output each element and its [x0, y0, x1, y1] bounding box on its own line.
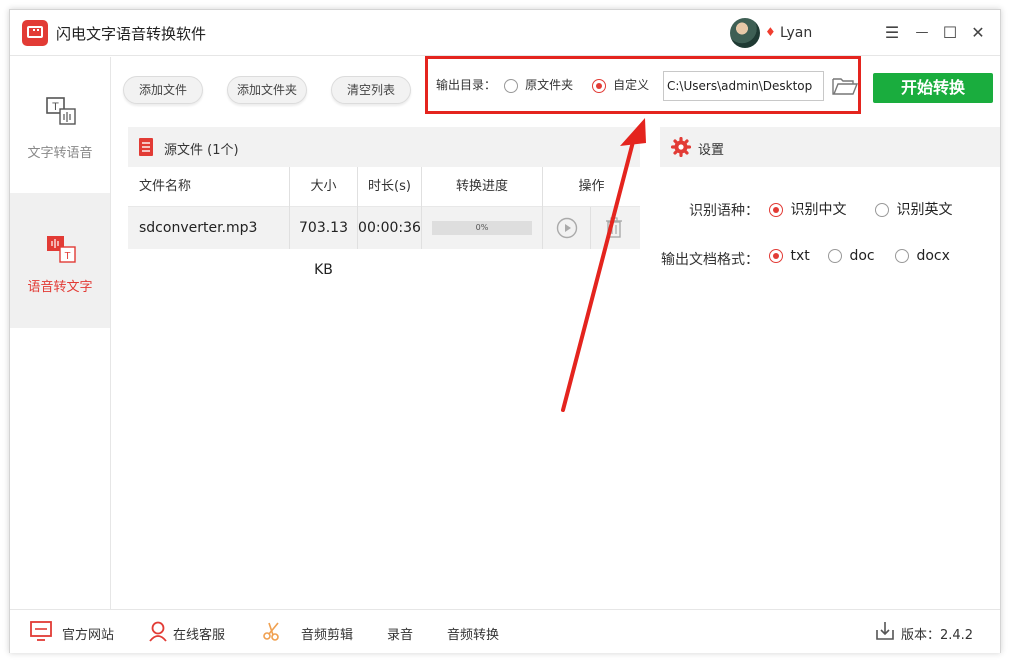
- original-folder-option[interactable]: 原文件夹: [504, 76, 573, 93]
- sidebar-item-text-to-speech[interactable]: T 文字转语音: [10, 57, 110, 192]
- file-duration: 00:00:36: [358, 207, 422, 249]
- progress-cell: 0%: [422, 207, 543, 249]
- format-docx-radio[interactable]: [895, 249, 909, 263]
- original-folder-radio[interactable]: [504, 78, 518, 93]
- record-link[interactable]: 录音: [387, 624, 413, 643]
- speech-to-text-icon: T: [47, 236, 76, 263]
- scissors-icon: [263, 622, 279, 641]
- title-bar: 闪电文字语音转换软件 ♦ Lyan ☰ — ☐ ✕: [10, 10, 1000, 56]
- format-option-txt[interactable]: txt: [769, 248, 810, 264]
- lang-option-english[interactable]: 识别英文: [875, 199, 952, 219]
- user-avatar[interactable]: [730, 18, 760, 48]
- format-txt-radio[interactable]: [769, 249, 783, 263]
- sidebar-item-speech-to-text[interactable]: T 语音转文字: [10, 193, 110, 328]
- play-icon[interactable]: [556, 217, 578, 239]
- settings-header: 设置: [660, 127, 1000, 167]
- download-icon: [876, 622, 894, 640]
- start-convert-button[interactable]: 开始转换: [873, 73, 993, 103]
- lang-option-chinese[interactable]: 识别中文: [769, 199, 846, 219]
- source-files-header: 源文件 (1个): [128, 127, 640, 167]
- file-table-header: 文件名称 大小 时长(s) 转换进度 操作: [128, 167, 640, 207]
- format-doc-radio[interactable]: [828, 249, 842, 263]
- output-directory-group: 输出目录： 原文件夹 自定义 C:\Users\admin\Desktop: [425, 56, 861, 114]
- sidebar-item-label: 文字转语音: [27, 146, 93, 161]
- column-header: 操作: [578, 179, 605, 194]
- custom-folder-option[interactable]: 自定义: [592, 76, 649, 93]
- vip-diamond-icon: ♦: [765, 25, 776, 39]
- format-option-docx[interactable]: docx: [895, 248, 950, 264]
- add-folder-button[interactable]: 添加文件夹: [227, 76, 307, 104]
- output-format-label: 输出文档格式：: [661, 252, 759, 268]
- online-support-link[interactable]: 在线客服: [173, 624, 225, 643]
- official-website-link[interactable]: 官方网站: [62, 624, 114, 643]
- customer-service-icon: [149, 621, 167, 642]
- audio-convert-link[interactable]: 音频转换: [447, 624, 499, 643]
- gear-icon: [671, 137, 691, 157]
- audio-edit-link[interactable]: 音频剪辑: [301, 624, 353, 643]
- format-option-doc[interactable]: doc: [828, 248, 875, 264]
- open-folder-icon[interactable]: [832, 75, 858, 97]
- file-name: sdconverter.mp3: [128, 207, 290, 249]
- monitor-icon: [30, 621, 52, 641]
- recognition-language-label: 识别语种：: [689, 203, 759, 219]
- source-files-title: 源文件 (1个): [164, 143, 239, 158]
- maximize-button[interactable]: ☐: [938, 21, 962, 45]
- svg-text:T: T: [64, 251, 70, 262]
- play-cell: [543, 207, 591, 249]
- lang-chinese-radio[interactable]: [769, 203, 783, 217]
- sidebar: T 文字转语音 T 语音转文字: [10, 57, 111, 609]
- output-dir-label: 输出目录：: [436, 78, 497, 92]
- output-path-field[interactable]: C:\Users\admin\Desktop: [663, 71, 824, 101]
- username[interactable]: Lyan: [780, 25, 812, 41]
- lang-english-radio[interactable]: [875, 203, 889, 217]
- svg-text:T: T: [52, 101, 59, 113]
- table-row[interactable]: sdconverter.mp3 703.13 KB 00:00:36 0%: [128, 207, 640, 278]
- minimize-button[interactable]: —: [910, 21, 934, 45]
- app-title: 闪电文字语音转换软件: [56, 25, 207, 43]
- text-to-speech-icon: T: [46, 97, 76, 125]
- document-icon: [139, 138, 153, 156]
- column-header: 时长(s): [358, 167, 422, 207]
- menu-button[interactable]: ☰: [880, 21, 904, 45]
- app-window: 闪电文字语音转换软件 ♦ Lyan ☰ — ☐ ✕ T 文字转语音 T 语音转文…: [9, 9, 1001, 653]
- app-logo-icon: [22, 20, 48, 46]
- column-header: 转换进度: [422, 167, 543, 207]
- column-header: 文件名称: [128, 167, 290, 207]
- trash-icon[interactable]: [604, 217, 624, 239]
- progress-bar: 0%: [432, 221, 532, 235]
- settings-title: 设置: [698, 143, 725, 158]
- delete-cell: [591, 207, 640, 249]
- footer-bar: 官方网站 在线客服 音频剪辑 录音 音频转换 版本：2.4.2: [10, 609, 1000, 653]
- column-header: 大小: [290, 167, 358, 207]
- custom-folder-radio[interactable]: [592, 78, 606, 93]
- version-label: 版本：2.4.2: [901, 628, 974, 643]
- file-size: 703.13 KB: [290, 207, 358, 278]
- sidebar-item-label: 语音转文字: [27, 280, 93, 295]
- clear-list-button[interactable]: 清空列表: [331, 76, 411, 104]
- close-button[interactable]: ✕: [966, 21, 990, 45]
- add-file-button[interactable]: 添加文件: [123, 76, 203, 104]
